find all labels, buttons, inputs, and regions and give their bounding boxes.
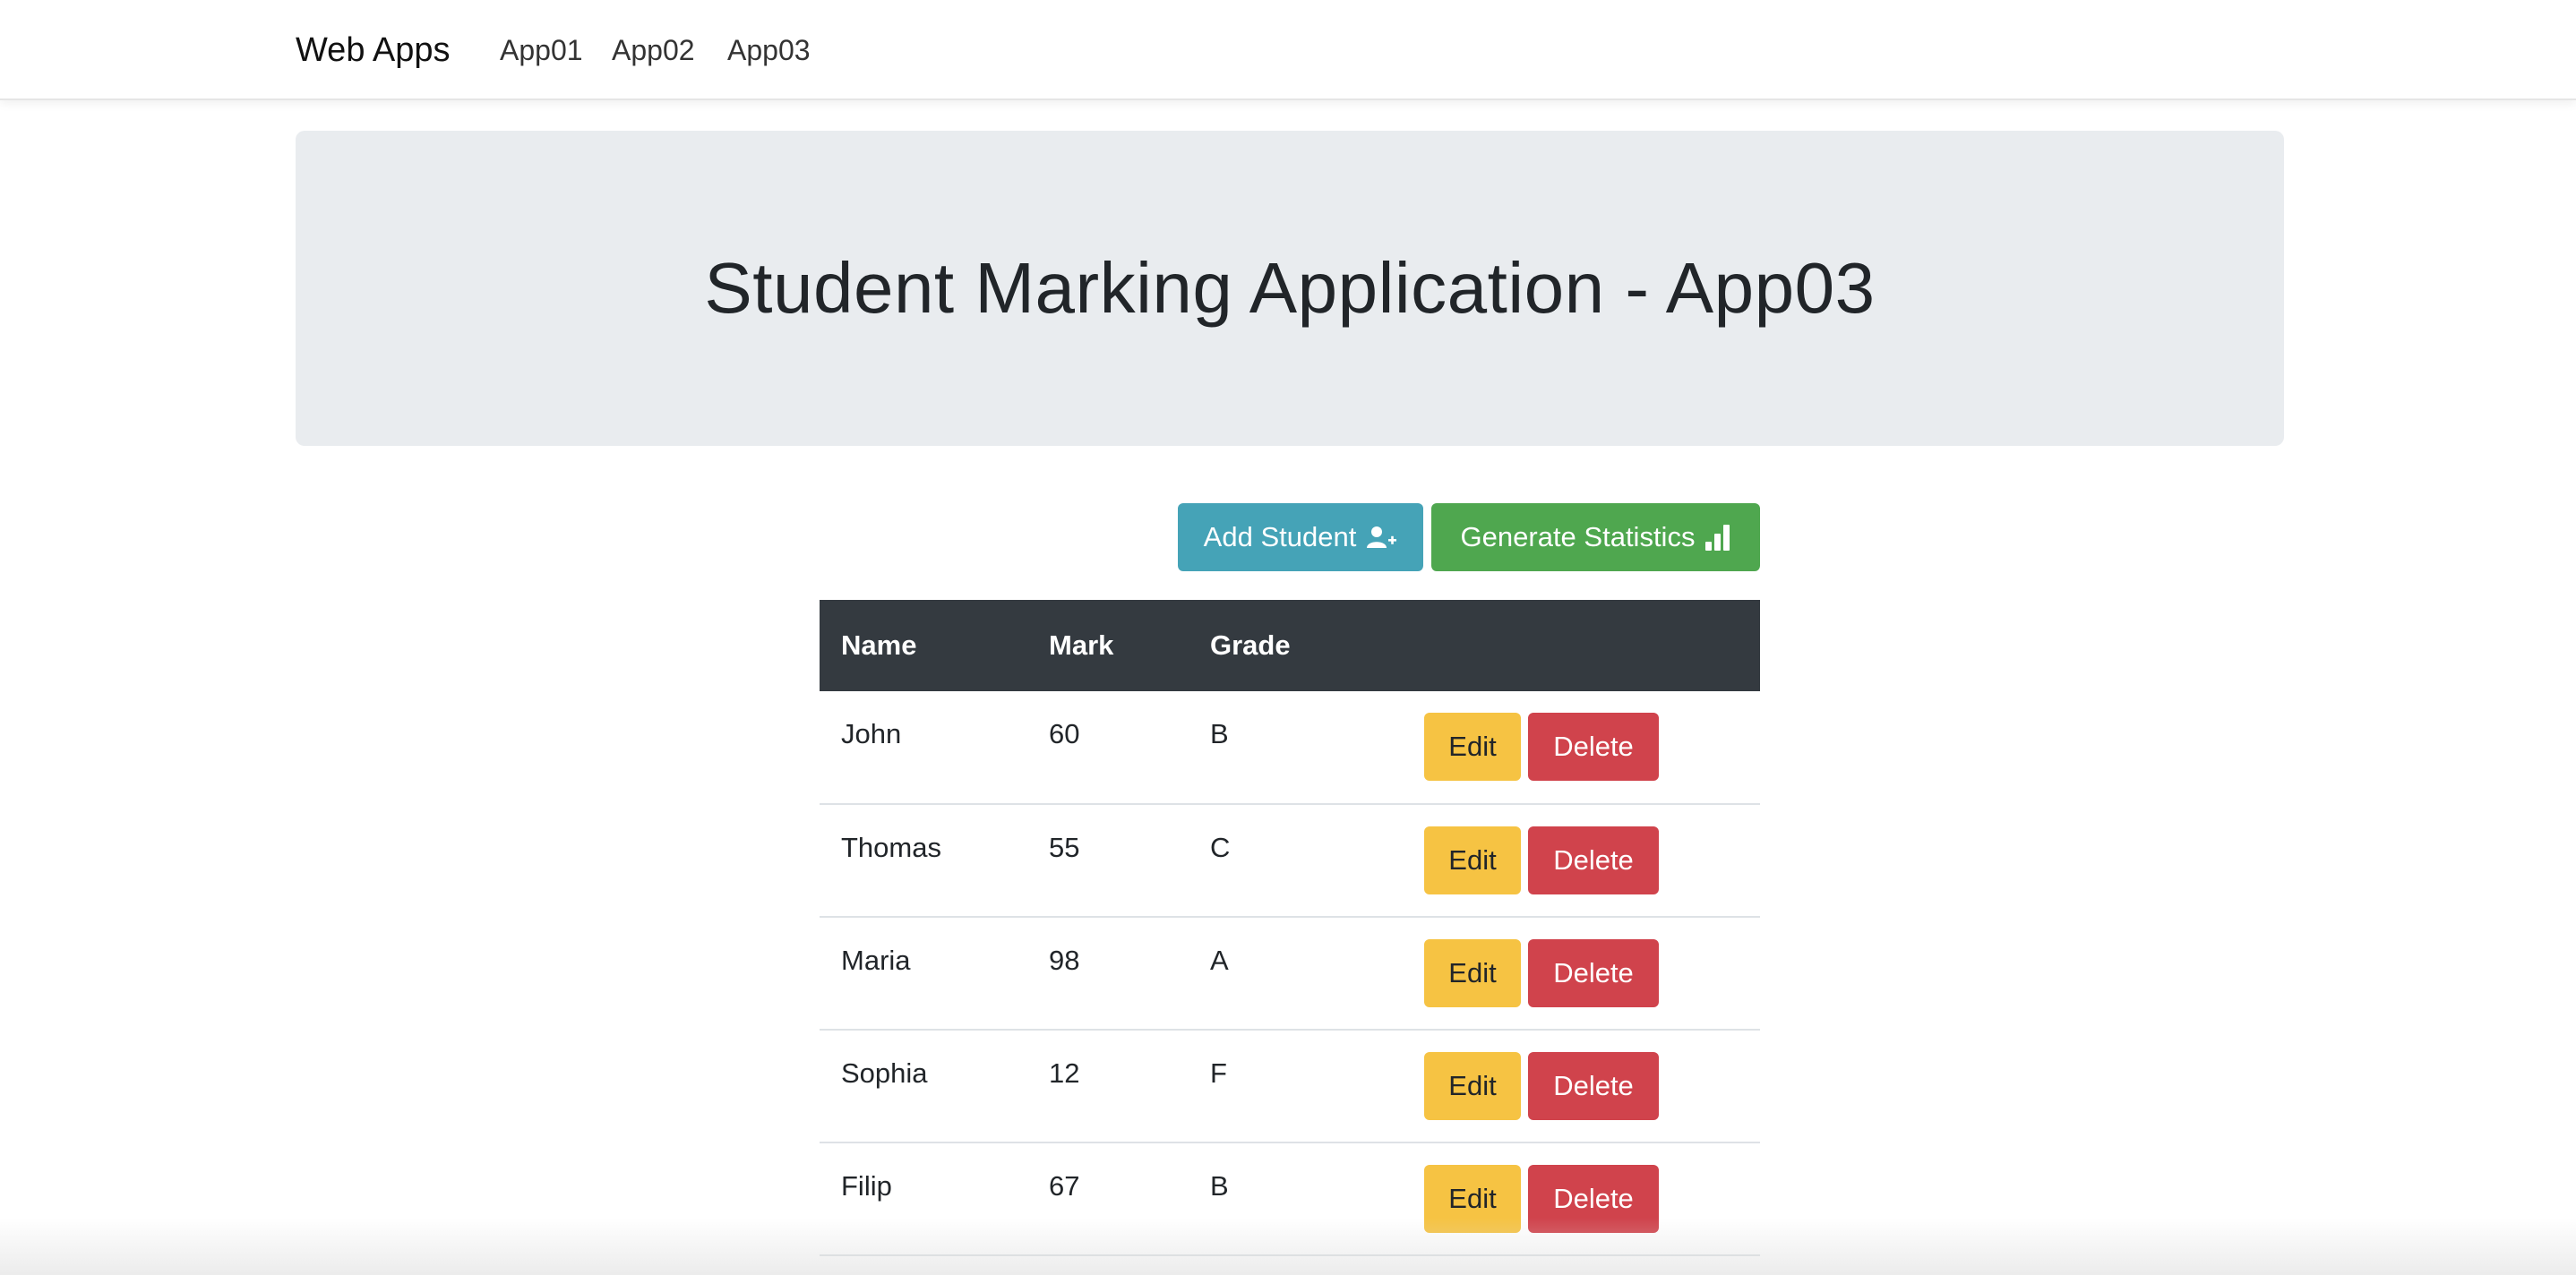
table-row: Filip 67 B Edit Delete [820,1142,1760,1255]
column-header-mark: Mark [1049,629,1114,661]
edit-button[interactable]: Edit [1424,1052,1521,1120]
edit-button[interactable]: Edit [1424,826,1521,894]
page-title: Student Marking Application - App03 [704,248,1876,328]
student-name: Sophia [841,1057,928,1089]
student-name: Filip [841,1170,892,1202]
table-row: Maria 98 A Edit Delete [820,917,1760,1030]
student-grade: F [1210,1057,1227,1089]
add-student-button[interactable]: Add Student [1178,503,1423,571]
edit-button[interactable]: Edit [1424,939,1521,1007]
row-actions: Edit Delete [1424,917,1760,1030]
row-actions: Edit Delete [1424,1142,1760,1255]
student-grade: C [1210,832,1231,863]
row-actions: Edit Delete [1424,691,1760,804]
student-grade: B [1210,718,1229,749]
delete-button[interactable]: Delete [1528,1165,1659,1233]
add-student-label: Add Student [1203,521,1357,552]
delete-button[interactable]: Delete [1528,826,1659,894]
nav-link-app03[interactable]: App03 [727,32,811,68]
student-name: John [841,718,902,749]
delete-button[interactable]: Delete [1528,1052,1659,1120]
column-header-actions [1424,600,1760,691]
table-row: John 60 B Edit Delete [820,691,1760,804]
generate-statistics-label: Generate Statistics [1460,521,1696,552]
student-mark: 12 [1049,1057,1080,1089]
student-mark: 98 [1049,945,1080,976]
column-header-name: Name [841,629,917,661]
row-actions: Edit Delete [1424,804,1760,917]
table-row: Thomas 55 C Edit Delete [820,804,1760,917]
table-row: Sophia 12 F Edit Delete [820,1030,1760,1142]
user-plus-icon [1367,525,1397,550]
edit-button[interactable]: Edit [1424,713,1521,781]
edit-button[interactable]: Edit [1424,1165,1521,1233]
nav-link-app02[interactable]: App02 [612,32,695,68]
navbar-brand[interactable]: Web Apps [296,27,451,73]
navbar: Web Apps App01 App02 App03 [0,0,2576,100]
table-header: Name Mark Grade [820,600,1760,691]
student-mark: 60 [1049,718,1080,749]
student-grade: B [1210,1170,1229,1202]
bar-chart-icon [1705,524,1730,551]
table-body: John 60 B Edit Delete Thomas 55 C Edit Del… [820,691,1760,1255]
generate-statistics-button[interactable]: Generate Statistics [1431,503,1760,571]
student-mark: 67 [1049,1170,1080,1202]
row-actions: Edit Delete [1424,1030,1760,1142]
students-table: Name Mark Grade John 60 B Edit Delete Tho… [820,600,1760,1256]
student-grade: A [1210,945,1229,976]
student-mark: 55 [1049,832,1080,863]
student-name: Maria [841,945,911,976]
jumbotron: Student Marking Application - App03 [296,131,2284,446]
student-name: Thomas [841,832,941,863]
column-header-grade: Grade [1210,629,1291,661]
delete-button[interactable]: Delete [1528,713,1659,781]
nav-link-app01[interactable]: App01 [500,32,583,68]
delete-button[interactable]: Delete [1528,939,1659,1007]
